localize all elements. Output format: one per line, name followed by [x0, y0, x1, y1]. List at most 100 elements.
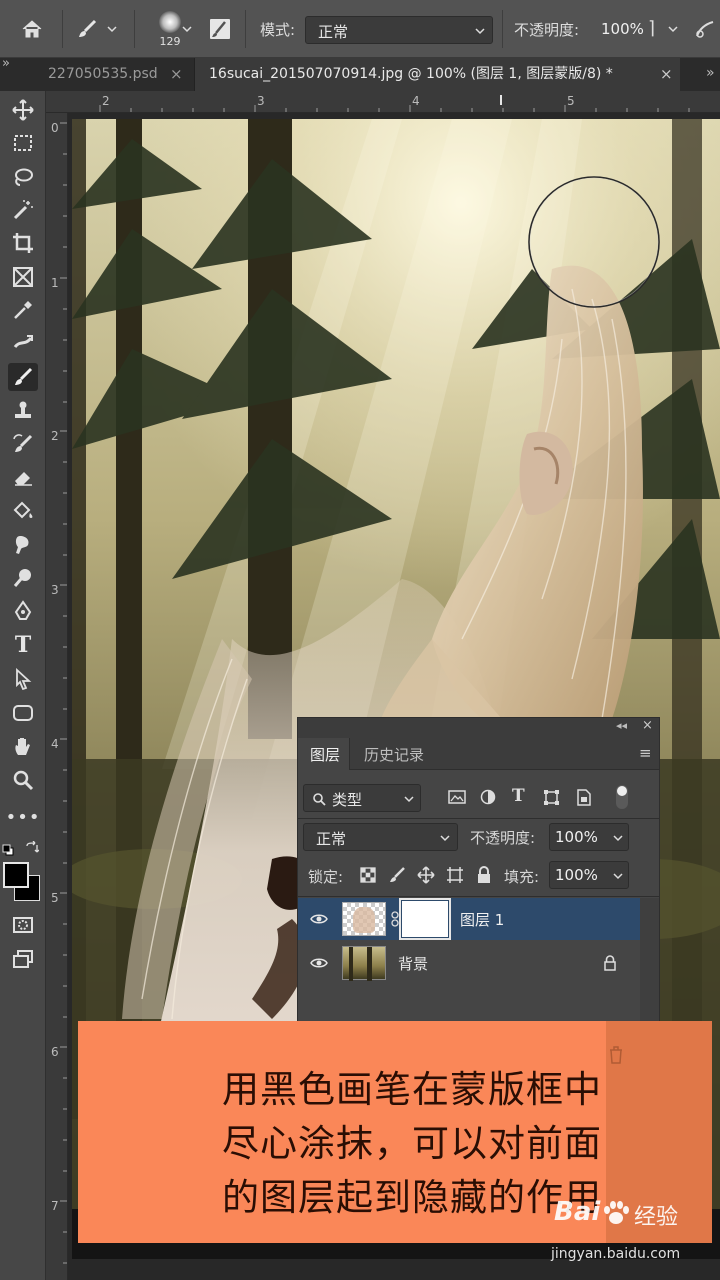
lock-position-icon[interactable]: [417, 866, 435, 888]
chevron-down-icon: [404, 796, 414, 803]
horizontal-ruler: 2 3 4 5: [46, 91, 720, 113]
more-tabs-icon[interactable]: »: [706, 65, 715, 81]
fill-input[interactable]: 100%: [549, 861, 629, 889]
pixel-filter-icon[interactable]: [448, 789, 466, 809]
opacity-label: 不透明度:: [514, 21, 580, 39]
layer-name: 图层 1: [460, 911, 505, 929]
frame-tool-icon[interactable]: [8, 263, 38, 291]
hand-tool-icon[interactable]: [8, 732, 38, 760]
lock-transparent-icon[interactable]: [360, 867, 376, 887]
lock-pixels-icon[interactable]: [388, 866, 406, 888]
tab-layers[interactable]: 图层: [298, 738, 350, 770]
mode-value: 正常: [318, 23, 349, 41]
tab-history[interactable]: 历史记录: [356, 738, 436, 770]
layer-opacity-input[interactable]: 100%: [549, 823, 629, 851]
close-panel-icon[interactable]: ×: [642, 718, 653, 733]
options-bar: 129 模式: 正常 不透明度: 100% ⌉: [0, 0, 720, 58]
pressure-opacity-icon[interactable]: [692, 15, 718, 43]
ruler-number: 2: [51, 429, 59, 443]
layer-mask-thumbnail[interactable]: [399, 898, 451, 940]
close-tab-icon[interactable]: ×: [170, 65, 183, 83]
blend-mode-value: 正常: [316, 830, 347, 848]
chevron-down-icon[interactable]: [666, 22, 680, 36]
layer-thumbnail: [342, 902, 386, 936]
collapse-panel-icon[interactable]: ◂◂: [616, 719, 627, 732]
brush-settings-panel-icon[interactable]: [206, 15, 234, 43]
marquee-tool-icon[interactable]: [8, 129, 38, 157]
lasso-tool-icon[interactable]: [8, 163, 38, 191]
brush-tip-preview: [159, 10, 181, 33]
clone-stamp-tool-icon[interactable]: [8, 397, 38, 425]
mask-link-icon[interactable]: [390, 911, 400, 927]
dodge-tool-icon[interactable]: [8, 564, 38, 592]
opacity-value: 100%: [601, 20, 644, 38]
home-icon[interactable]: [12, 14, 52, 44]
eraser-tool-icon[interactable]: [8, 463, 38, 491]
divider: [245, 10, 246, 48]
eyedropper-tool-icon[interactable]: [8, 296, 38, 324]
blur-tool-icon[interactable]: [8, 531, 38, 559]
move-tool-icon[interactable]: [8, 96, 38, 124]
lock-label: 锁定:: [308, 868, 344, 886]
opacity-input[interactable]: 100% ⌉: [598, 16, 660, 44]
brush-tool-icon[interactable]: [8, 363, 38, 391]
lock-all-icon[interactable]: [476, 866, 492, 888]
ruler-number: 4: [412, 94, 420, 108]
paw-logo-icon: [604, 1201, 629, 1224]
swap-colors-icon[interactable]: [25, 840, 40, 854]
tab-label: 16sucai_201507070914.jpg @ 100% (图层 1, 图…: [209, 66, 613, 82]
fill-value: 100%: [555, 866, 598, 884]
shape-filter-icon[interactable]: [543, 789, 560, 810]
adjustment-filter-icon[interactable]: [480, 789, 496, 809]
zoom-tool-icon[interactable]: [8, 766, 38, 794]
visibility-eye-icon[interactable]: [310, 957, 328, 969]
crop-tool-icon[interactable]: [8, 229, 38, 257]
pen-tool-icon[interactable]: [8, 597, 38, 625]
panel-menu-icon[interactable]: ≡: [639, 744, 652, 762]
filter-toggle[interactable]: [616, 785, 628, 809]
foreground-color-swatch[interactable]: [3, 862, 29, 888]
layers-scrollbar[interactable]: [640, 898, 659, 1026]
paint-bucket-tool-icon[interactable]: [8, 497, 38, 525]
ruler-number: 5: [567, 94, 575, 108]
smart-object-filter-icon[interactable]: [576, 789, 592, 810]
lock-artboard-icon[interactable]: [446, 866, 464, 888]
caption-line-3: 的图层起到隐藏的作用: [222, 1176, 602, 1219]
brush-preset-picker[interactable]: [70, 14, 124, 44]
trash-icon: [610, 1046, 622, 1064]
slider-toggle-icon[interactable]: ⌉: [648, 18, 655, 39]
path-selection-tool-icon[interactable]: [8, 665, 38, 693]
history-brush-tool-icon[interactable]: [8, 430, 38, 458]
type-filter-icon[interactable]: T: [512, 786, 525, 806]
healing-brush-tool-icon[interactable]: [8, 329, 38, 357]
document-tab-bar: » 227050535.psd × 16sucai_201507070914.j…: [0, 56, 720, 91]
chevron-down-icon[interactable]: [180, 22, 194, 36]
ruler-number: 0: [51, 121, 59, 135]
screen-mode-icon[interactable]: [8, 945, 38, 973]
rectangle-tool-icon[interactable]: [8, 699, 38, 727]
layer-row-background[interactable]: 背景: [298, 942, 640, 984]
chevron-down-icon: [107, 26, 117, 33]
tutorial-caption: 用黑色画笔在蒙版框中 尽心涂抹，可以对前面 的图层起到隐藏的作用 Bai 经验: [78, 1021, 712, 1243]
watermark-brand-cn: 经验: [634, 1205, 679, 1230]
caption-line-1: 用黑色画笔在蒙版框中: [222, 1068, 602, 1111]
layer-row-layer1[interactable]: 图层 1: [298, 898, 640, 940]
chevron-down-icon: [475, 28, 485, 35]
quick-mask-icon[interactable]: [8, 911, 38, 939]
magic-wand-tool-icon[interactable]: [8, 196, 38, 224]
more-tools-icon[interactable]: •••: [6, 803, 40, 831]
ruler-number: 5: [51, 891, 59, 905]
panel-collapse-icon[interactable]: »: [2, 56, 10, 71]
panel-tab-row: 图层 历史记录 ≡: [298, 738, 659, 770]
layer-filter-select[interactable]: 类型: [303, 784, 421, 812]
divider: [62, 10, 63, 48]
chevron-down-icon: [613, 835, 623, 842]
tab-document-2[interactable]: 16sucai_201507070914.jpg @ 100% (图层 1, 图…: [194, 58, 680, 91]
layer-opacity-value: 100%: [555, 828, 598, 846]
default-colors-icon[interactable]: [2, 841, 14, 856]
mode-select[interactable]: 正常: [305, 16, 493, 44]
type-tool-icon[interactable]: T: [8, 631, 38, 659]
blend-mode-select[interactable]: 正常: [303, 823, 458, 851]
visibility-eye-icon[interactable]: [310, 913, 328, 925]
close-tab-icon[interactable]: ×: [660, 65, 673, 83]
